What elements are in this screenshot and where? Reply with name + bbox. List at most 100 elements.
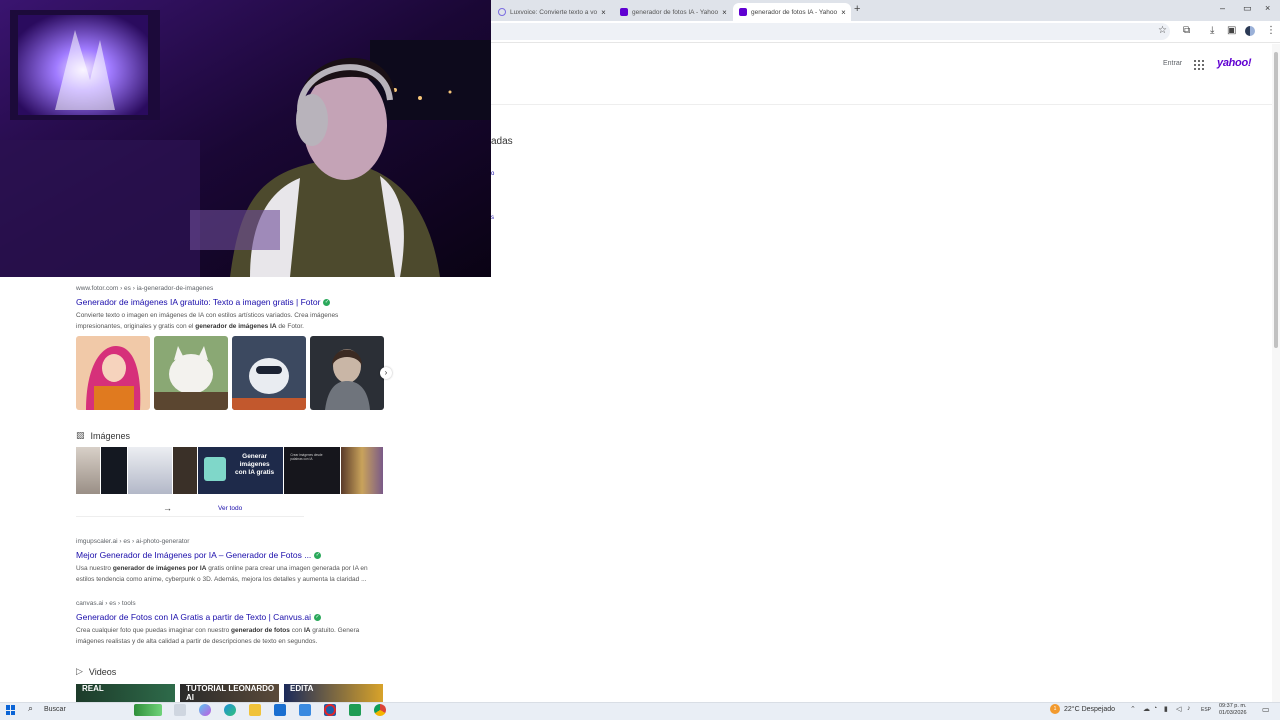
clock[interactable]: 09:37 p. m. 01/03/2026 [1219,703,1247,717]
image-result[interactable] [76,447,100,494]
promo-small-text: Crear imágenes desde palabras con IA [290,453,323,461]
result-title-link[interactable]: Generador de Fotos con IA Gratis a parti… [76,612,321,622]
network-icon[interactable]: ☁ [1143,705,1150,713]
speaker-icon[interactable]: ♪ [1187,705,1191,712]
anime-girl-image [76,336,150,410]
chrome-icon[interactable] [374,704,386,716]
verified-check-icon: ✓ [313,613,321,621]
videos-heading: Videos [88,666,117,677]
weather-icon[interactable]: 1 [1050,704,1060,714]
images-heading: Imágenes [90,430,131,441]
image-thumbnail[interactable] [232,336,306,410]
minimize-button[interactable]: – [1220,3,1225,13]
result-url: canvas.ai › es › tools [76,600,136,607]
tab-yahoo-2-active[interactable]: generador de fotos IA - Yahoo × [733,3,851,21]
image-thumbnail[interactable] [154,336,228,410]
tab-title: generador de fotos IA - Yahoo [632,8,719,16]
verified-check-icon: ✓ [323,298,331,306]
maximize-button[interactable]: ▭ [1243,3,1252,14]
language-indicator[interactable]: ESP [1201,707,1211,713]
address-bar[interactable] [470,23,1170,40]
arrow-right-icon[interactable]: → [163,503,172,513]
store-icon[interactable] [274,704,286,716]
result-title[interactable]: Mejor Generador de Imágenes por IA – Gen… [76,550,311,560]
video-thumbnail[interactable]: EDITA [284,684,383,702]
video-caption: EDITA [290,684,314,693]
task-view-icon[interactable] [174,704,186,716]
result-snippet: Usa nuestro generador de imágenes por IA… [76,565,368,583]
ver-todo-link[interactable]: Ver todo [218,505,242,512]
header-divider [491,104,1280,105]
image-strip[interactable]: Generar imágenes con IA gratis Crear imá… [76,447,383,494]
edge-icon[interactable] [224,704,236,716]
menu-icon[interactable]: ⋮ [1266,25,1276,36]
images-section-header: ▨ Imágenes [76,430,130,441]
notifications-icon[interactable]: ▭ [1262,705,1270,714]
promo-text: Generar imágenes con IA gratis [235,453,275,476]
opera-icon[interactable] [324,704,336,716]
download-icon[interactable]: ⤓ [1210,25,1214,36]
image-result[interactable]: Crear imágenes desde palabras con IA [284,447,341,494]
scrollbar-thumb[interactable] [1274,52,1278,348]
result-title-link[interactable]: Generador de imágenes IA gratuito: Texto… [76,297,331,307]
volume-icon[interactable]: ◁ [1176,705,1181,713]
app-icon[interactable] [349,704,361,716]
image-result-promo[interactable]: Generar imágenes con IA gratis [197,447,284,494]
image-thumbnail[interactable] [310,336,384,410]
tab-luxvoice[interactable]: Luxvoice: Convierte texto a vo × [492,3,610,21]
yahoo-favicon-icon [620,8,628,16]
battery-icon[interactable]: ▮ [1164,705,1168,713]
result-title-link[interactable]: Mejor Generador de Imágenes por IA – Gen… [76,550,322,560]
profile-icon[interactable] [1245,26,1255,36]
partial-heading: adas [491,136,513,147]
wifi-icon[interactable]: ◔ [1153,705,1157,712]
image-thumbnail[interactable] [76,336,150,410]
result-title[interactable]: Generador de Fotos con IA Gratis a parti… [76,612,311,622]
gallery-icon [203,457,226,481]
android-woman-image [310,336,384,410]
partial-link[interactable]: s [491,215,494,221]
tab-title: Luxvoice: Convierte texto a vo [510,8,598,16]
carousel-next-button[interactable]: › [380,367,392,379]
image-result[interactable] [172,447,197,494]
file-explorer-icon[interactable] [249,704,261,716]
tab-close-icon[interactable]: × [841,8,846,17]
video-thumbnail[interactable]: TUTORIAL LEONARDO AI [180,684,279,702]
video-thumbnail[interactable]: REAL [76,684,175,702]
webcam-feed-image [0,0,491,277]
copilot-icon[interactable] [199,704,211,716]
close-window-button[interactable]: × [1265,3,1270,13]
tab-yahoo-1[interactable]: generador de fotos IA - Yahoo × [614,3,732,21]
play-icon: ▷ [76,666,83,676]
tab-close-icon[interactable]: × [722,8,727,17]
tab-close-icon[interactable]: × [601,8,606,17]
webcam-overlay [0,0,491,277]
ver-todo-bar[interactable] [76,503,304,517]
signin-link[interactable]: Entrar [1163,60,1182,67]
image-icon: ▨ [76,430,85,440]
weather-text[interactable]: 22°C Despejado [1064,706,1115,713]
search-icon[interactable]: ⌕ [28,703,33,714]
yahoo-favicon-icon [739,8,747,16]
save-icon[interactable]: ▣ [1227,25,1236,36]
image-result[interactable] [127,447,172,494]
video-caption: REAL [82,684,104,693]
result-title[interactable]: Generador de imágenes IA gratuito: Texto… [76,297,320,307]
image-result[interactable] [341,447,383,494]
result-snippet: Convierte texto o imagen en imágenes de … [76,312,339,330]
windows-start-icon[interactable] [6,705,16,715]
image-result[interactable] [100,447,127,494]
result-snippet: Crea cualquier foto que puedas imaginar … [76,627,360,645]
apps-grid-icon[interactable] [1194,60,1204,70]
extensions-icon[interactable]: ⧉ [1183,25,1190,36]
widgets-icon[interactable] [134,704,162,716]
tab-title: generador de fotos IA - Yahoo [751,8,838,16]
video-caption: TUTORIAL LEONARDO AI [186,684,275,702]
new-tab-button[interactable]: + [854,3,860,15]
star-icon[interactable]: ☆ [1158,25,1167,36]
taskbar-search[interactable]: Buscar [44,706,66,713]
chevron-up-icon[interactable]: ⌃ [1130,705,1136,713]
partial-link[interactable]: o [491,171,494,177]
mail-icon[interactable] [299,704,311,716]
yahoo-logo[interactable]: yahoo! [1217,57,1252,69]
